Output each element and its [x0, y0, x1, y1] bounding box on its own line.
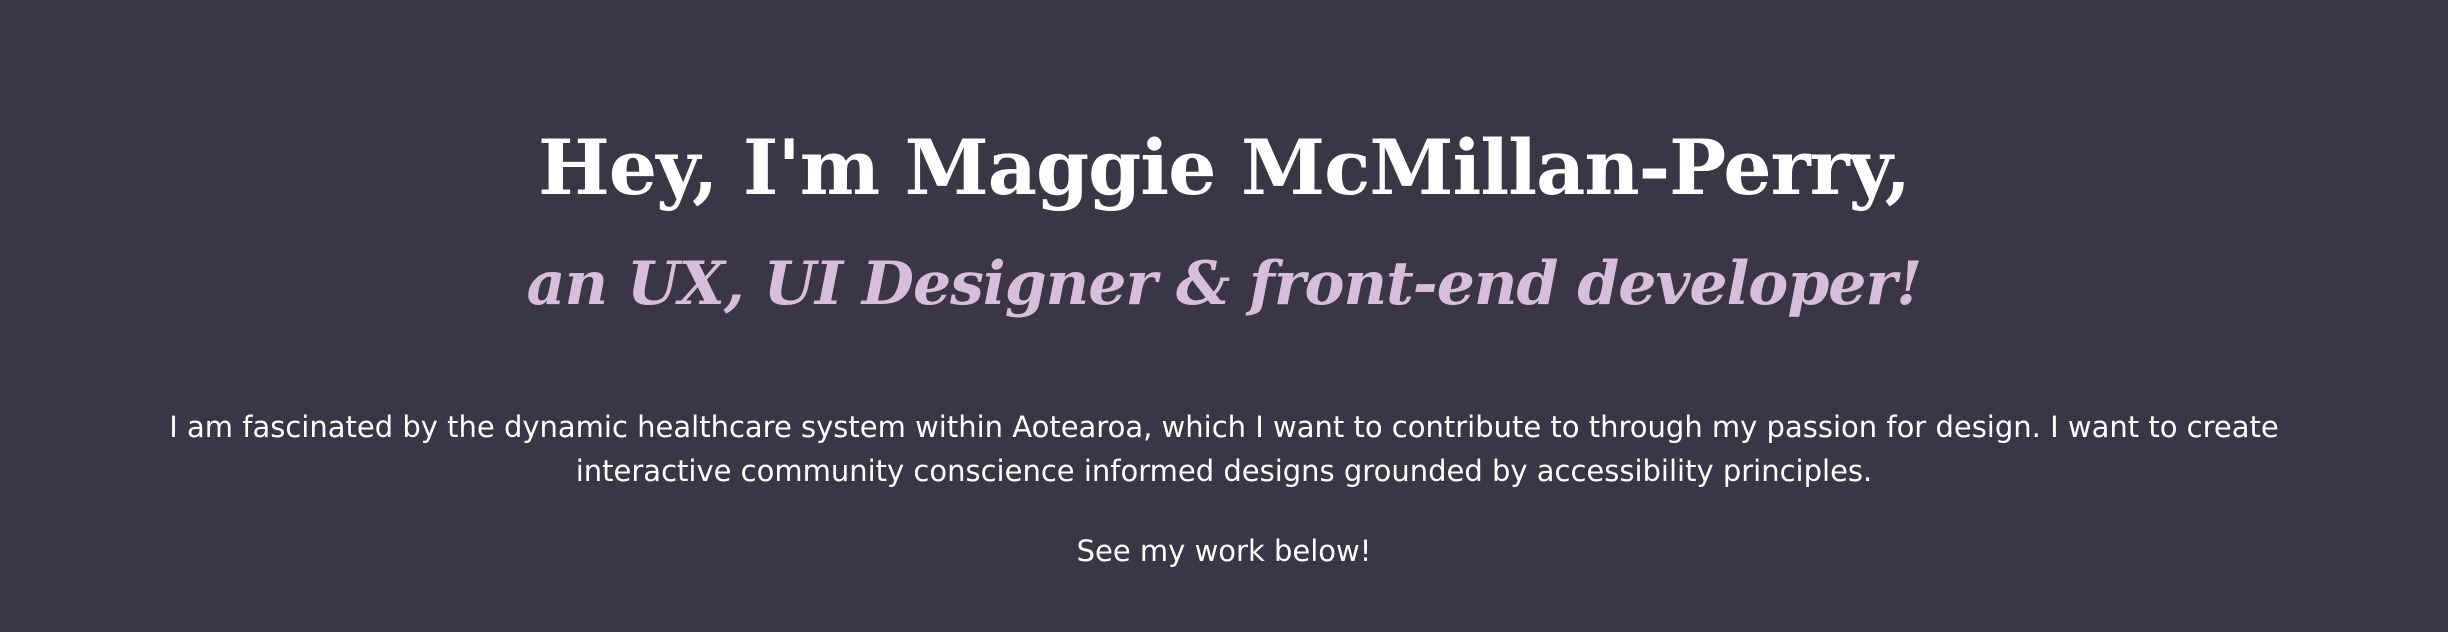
intro-paragraph: I am fascinated by the dynamic healthcar…	[169, 410, 2279, 488]
page-subtitle: an UX, UI Designer & front-end developer…	[526, 249, 1923, 319]
cta-text: See my work below!	[1076, 534, 1372, 568]
page-title: Hey, I'm Maggie McMillan-Perry,	[537, 123, 1911, 212]
hero-section: Hey, I'm Maggie McMillan-Perry, an UX, U…	[0, 0, 2448, 632]
